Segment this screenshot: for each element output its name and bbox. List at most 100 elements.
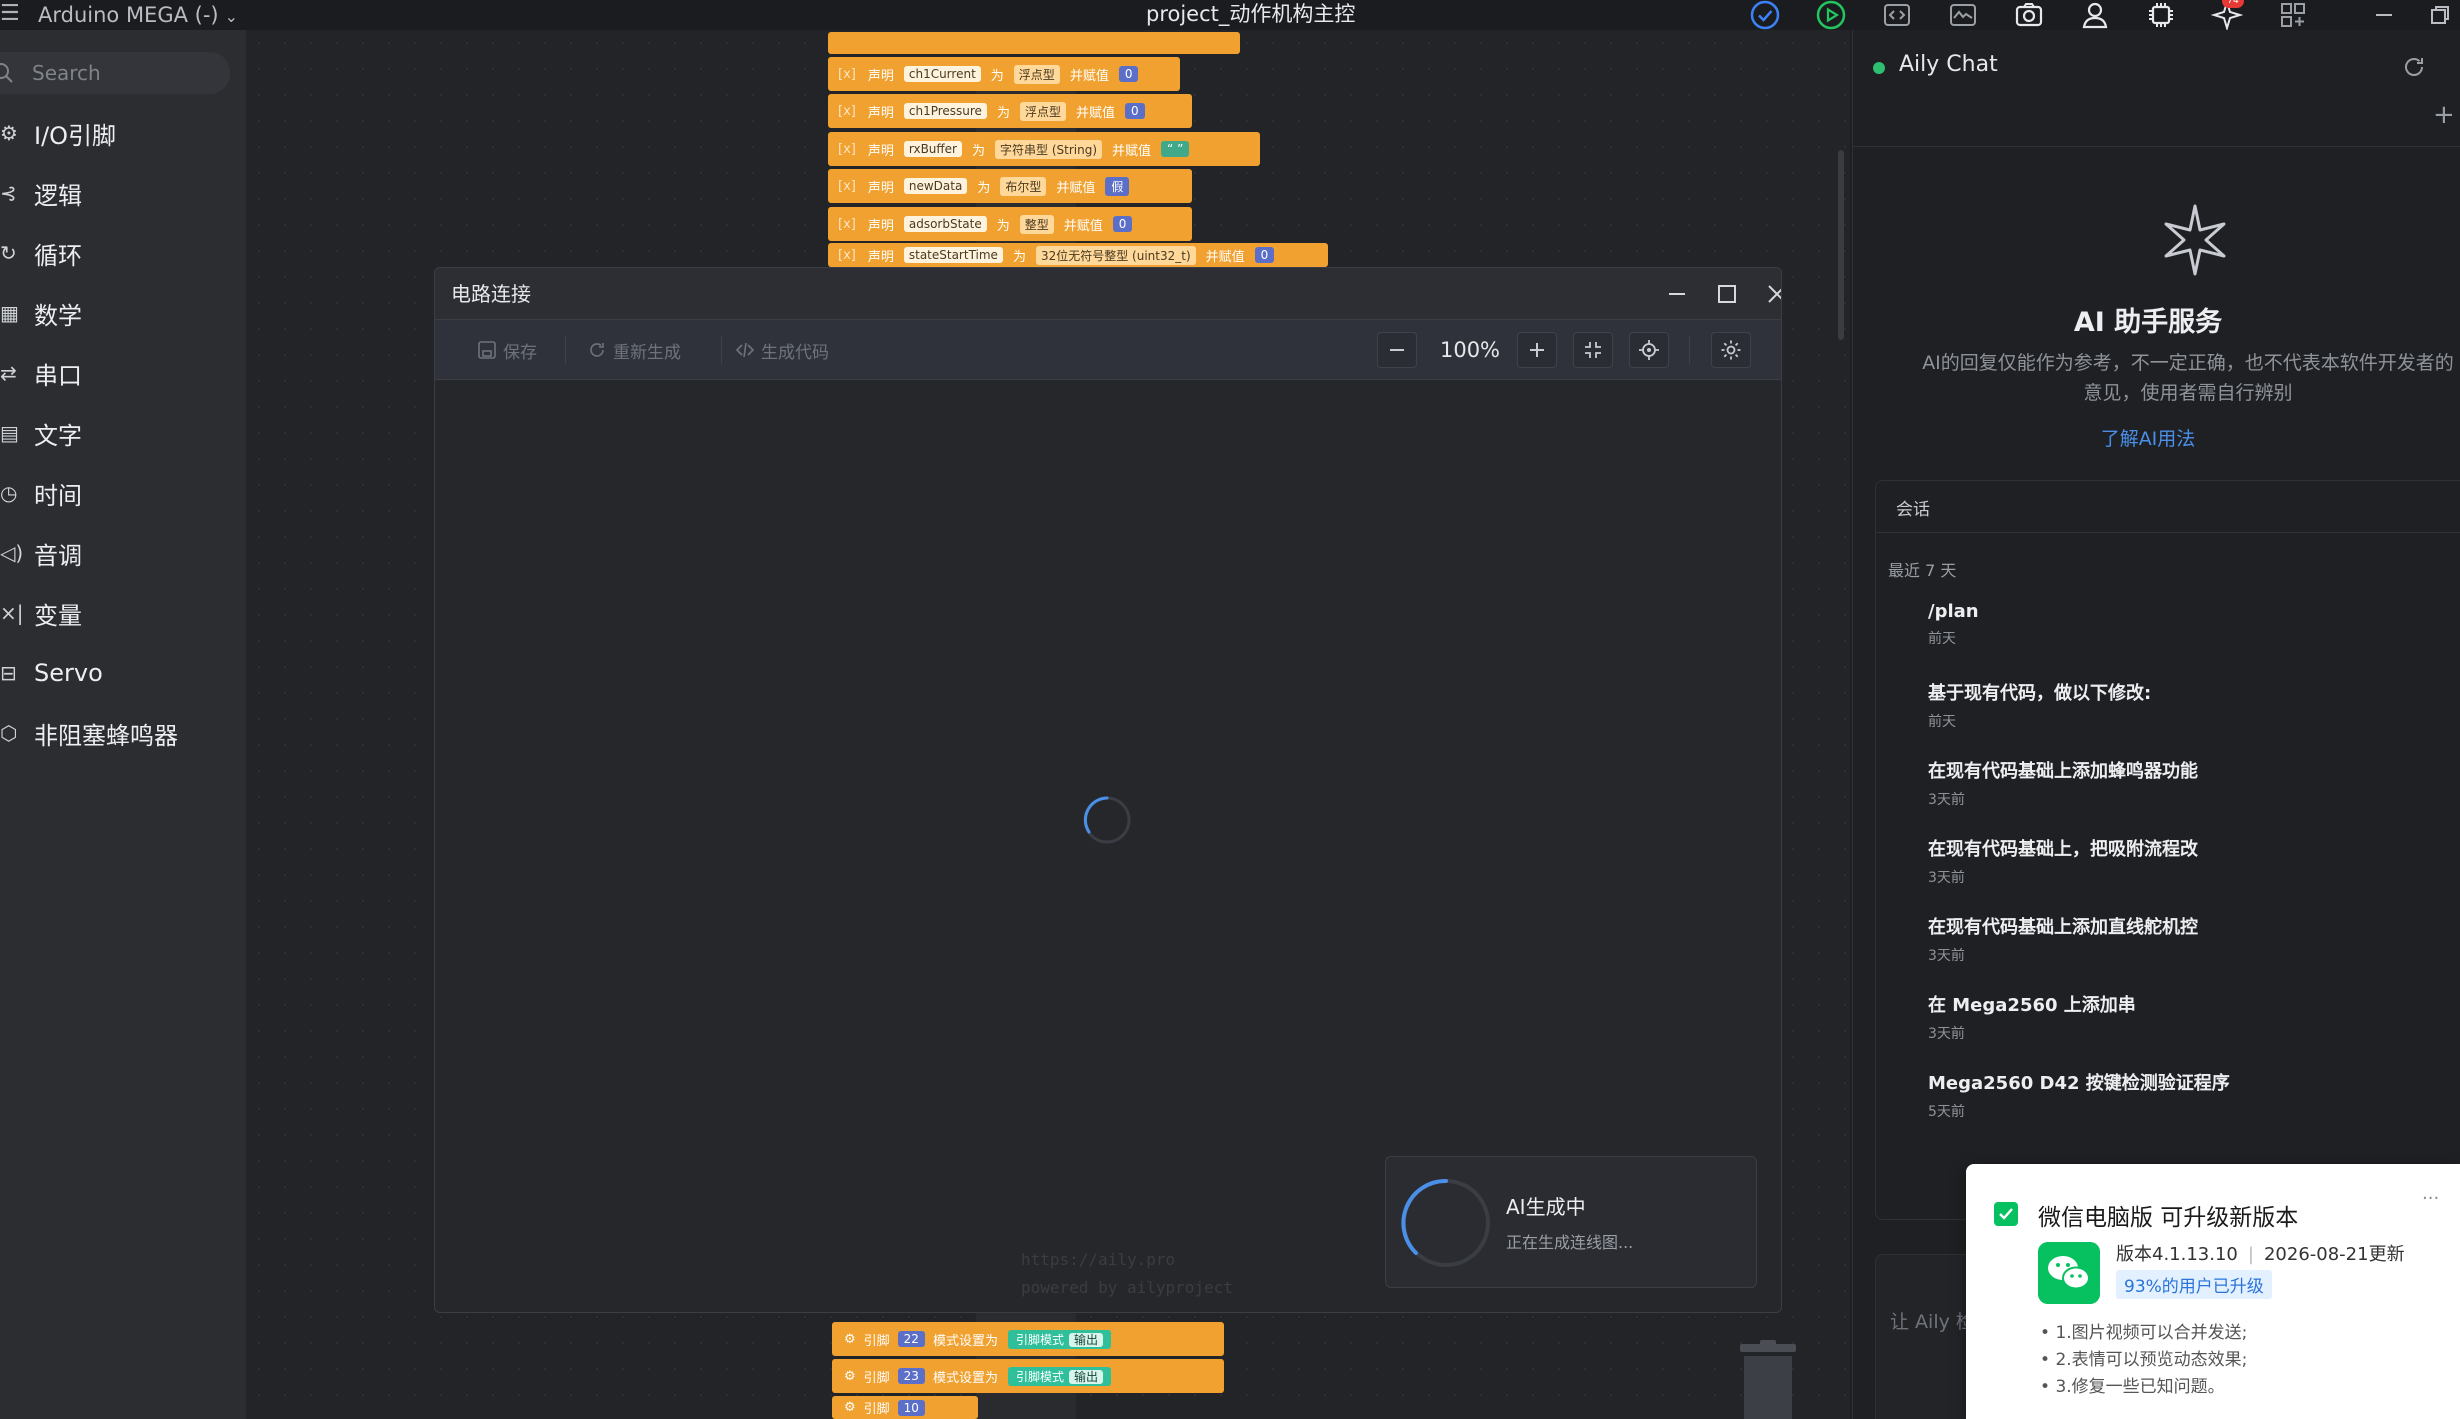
type-dropdown[interactable]: 字符串型 (String): [995, 139, 1103, 159]
save-button[interactable]: 保存: [477, 332, 537, 368]
version-line: 版本4.1.13.10 | 2026-08-21更新: [2116, 1240, 2405, 1266]
release-note-text: 2.表情可以预览动态效果;: [2055, 1350, 2248, 1370]
menu-icon[interactable]: ☰: [0, 0, 20, 30]
refresh-icon[interactable]: [2401, 54, 2427, 80]
block-stub[interactable]: [828, 32, 1240, 54]
category-label: 非阻塞蜂鸣器: [34, 721, 178, 750]
dialog-close-icon[interactable]: [1757, 268, 1781, 320]
user-icon[interactable]: [2076, 0, 2114, 30]
session-item[interactable]: Mega2560 D42 按键检测验证程序 5天前: [1928, 1069, 2460, 1121]
pin-number[interactable]: 10: [897, 1399, 925, 1416]
regenerate-button[interactable]: 重新生成: [587, 332, 681, 368]
session-item[interactable]: 在 Mega2560 上添加串 3天前: [1928, 991, 2460, 1043]
value-input[interactable]: 0: [1124, 103, 1145, 119]
zoom-out-button[interactable]: [1377, 332, 1417, 368]
category-buzzer[interactable]: ⬡ 非阻塞蜂鸣器: [0, 713, 246, 753]
block-keyword: 为: [972, 143, 986, 159]
category-label: 串口: [34, 361, 82, 390]
upload-icon[interactable]: [1812, 0, 1850, 30]
type-dropdown[interactable]: 浮点型: [1013, 64, 1060, 84]
category-io[interactable]: ⚙ I/O引脚: [0, 113, 246, 153]
boolean-dropdown[interactable]: 假: [1105, 176, 1130, 196]
variable-name[interactable]: rxBuffer: [903, 141, 962, 157]
session-item[interactable]: 基于现有代码，做以下修改: 前天: [1928, 679, 2460, 731]
category-math[interactable]: ▦ 数学: [0, 293, 246, 333]
category-time[interactable]: ◷ 时间: [0, 473, 246, 513]
generate-code-button[interactable]: 生成代码: [735, 332, 829, 368]
type-dropdown[interactable]: 布尔型: [1000, 176, 1047, 196]
value-input[interactable]: 0: [1112, 216, 1133, 232]
code-view-icon[interactable]: [1878, 0, 1916, 30]
type-dropdown[interactable]: 浮点型: [1019, 101, 1066, 121]
category-text[interactable]: ▤ 文字: [0, 413, 246, 453]
version-number: 版本4.1.13.10: [2116, 1244, 2238, 1265]
ai-disclaimer: AI的回复仅能作为参考，不一定正确，也不代表本软件开发者的意见，使用者需自行辨别: [1922, 352, 2454, 404]
block-keyword: 声明: [867, 218, 894, 234]
pin-mode-block[interactable]: ⚙ 引脚 23 模式设置为 引脚模式 输出: [832, 1359, 1224, 1393]
trash-icon[interactable]: [1736, 1340, 1800, 1419]
chip-icon[interactable]: [2142, 0, 2180, 30]
minimize-window-icon[interactable]: [2364, 0, 2404, 30]
block-keyword: 引脚: [863, 1370, 890, 1386]
category-loop[interactable]: ↻ 循环: [0, 233, 246, 273]
camera-icon[interactable]: [2010, 0, 2048, 30]
new-chat-plus-icon[interactable]: +: [2433, 102, 2459, 128]
compile-icon[interactable]: [1746, 0, 1784, 30]
variable-name[interactable]: stateStartTime: [903, 247, 1003, 263]
session-group-label: 最近 7 天: [1888, 561, 1957, 580]
category-logic[interactable]: ⊰ 逻辑: [0, 173, 246, 213]
declare-block[interactable]: [x] 声明 adsorbState 为 整型 并赋值 0: [828, 207, 1192, 241]
variable-icon: [x]: [838, 141, 856, 157]
value-input[interactable]: 0: [1118, 66, 1139, 82]
learn-ai-link[interactable]: 了解AI用法: [1853, 424, 2443, 451]
declare-block[interactable]: [x] 声明 ch1Current 为 浮点型 并赋值 0: [828, 57, 1180, 91]
dialog-maximize-icon[interactable]: [1707, 268, 1747, 320]
category-label: 时间: [34, 481, 82, 510]
category-variable[interactable]: ×| 变量: [0, 593, 246, 633]
declare-block[interactable]: [x] 声明 stateStartTime 为 32位无符号整型 (uint32…: [828, 243, 1328, 267]
declare-block[interactable]: [x] 声明 rxBuffer 为 字符串型 (String) 并赋值 “ ”: [828, 132, 1260, 166]
pin-number[interactable]: 22: [897, 1331, 925, 1347]
serial-monitor-icon[interactable]: [1944, 0, 1982, 30]
settings-button[interactable]: [1711, 332, 1751, 368]
session-item[interactable]: 在现有代码基础上，把吸附流程改 3天前: [1928, 835, 2460, 887]
variable-name[interactable]: adsorbState: [903, 216, 987, 232]
zoom-in-button[interactable]: [1517, 332, 1557, 368]
apps-grid-icon[interactable]: [2274, 0, 2312, 30]
string-input[interactable]: “ ”: [1161, 141, 1190, 157]
type-dropdown[interactable]: 整型: [1019, 214, 1054, 234]
session-item[interactable]: 在现有代码基础上添加直线舵机控 3天前: [1928, 913, 2460, 965]
value-input[interactable]: 0: [1254, 247, 1275, 263]
session-title: 在 Mega2560 上添加串: [1928, 995, 2136, 1016]
category-servo[interactable]: ⊟ Servo: [0, 653, 246, 693]
ai-sparkle-icon[interactable]: 74: [2208, 0, 2246, 31]
variable-name[interactable]: ch1Current: [903, 66, 981, 82]
type-dropdown[interactable]: 32位无符号整型 (uint32_t): [1035, 245, 1196, 265]
declare-block[interactable]: [x] 声明 newData 为 布尔型 并赋值 假: [828, 169, 1192, 203]
more-options-icon[interactable]: ···: [2422, 1188, 2439, 1209]
pin-number[interactable]: 23: [897, 1368, 925, 1384]
restore-window-icon[interactable]: [2420, 0, 2460, 30]
session-item[interactable]: /plan 前天: [1928, 601, 2460, 648]
declare-block[interactable]: [x] 声明 ch1Pressure 为 浮点型 并赋值 0: [828, 94, 1192, 128]
category-serial[interactable]: ⇄ 串口: [0, 353, 246, 393]
pin-mode-dropdown[interactable]: 引脚模式 输出: [1007, 1366, 1111, 1386]
board-selector[interactable]: Arduino MEGA (-) ⌄: [38, 0, 238, 30]
workspace-scrollbar[interactable]: [1838, 150, 1844, 340]
pin-mode-dropdown[interactable]: 引脚模式 输出: [1007, 1329, 1111, 1349]
window-title: project_动作机构主控: [1146, 2, 1356, 26]
pin-mode-block[interactable]: ⚙ 引脚 10: [832, 1396, 978, 1419]
fit-view-button[interactable]: [1573, 332, 1613, 368]
block-keyword: 并赋值: [1075, 105, 1115, 121]
tab-sessions[interactable]: 会话: [1876, 481, 2460, 533]
session-item[interactable]: 在现有代码基础上添加蜂鸣器功能 3天前: [1928, 757, 2460, 809]
wechat-update-toast[interactable]: 微信电脑版 可升级新版本 ··· 版本4.1.13.10 | 2026-08-21更…: [1966, 1164, 2460, 1419]
pin-mode-block[interactable]: ⚙ 引脚 22 模式设置为 引脚模式 输出: [832, 1322, 1224, 1356]
dialog-minimize-icon[interactable]: [1657, 268, 1697, 320]
center-view-button[interactable]: [1629, 332, 1669, 368]
category-tone[interactable]: ◁) 音调: [0, 533, 246, 573]
release-note-text: 3.修复一些已知问题。: [2055, 1377, 2225, 1397]
variable-name[interactable]: newData: [903, 178, 968, 194]
search-box[interactable]: Search: [0, 52, 230, 94]
variable-name[interactable]: ch1Pressure: [903, 103, 987, 119]
